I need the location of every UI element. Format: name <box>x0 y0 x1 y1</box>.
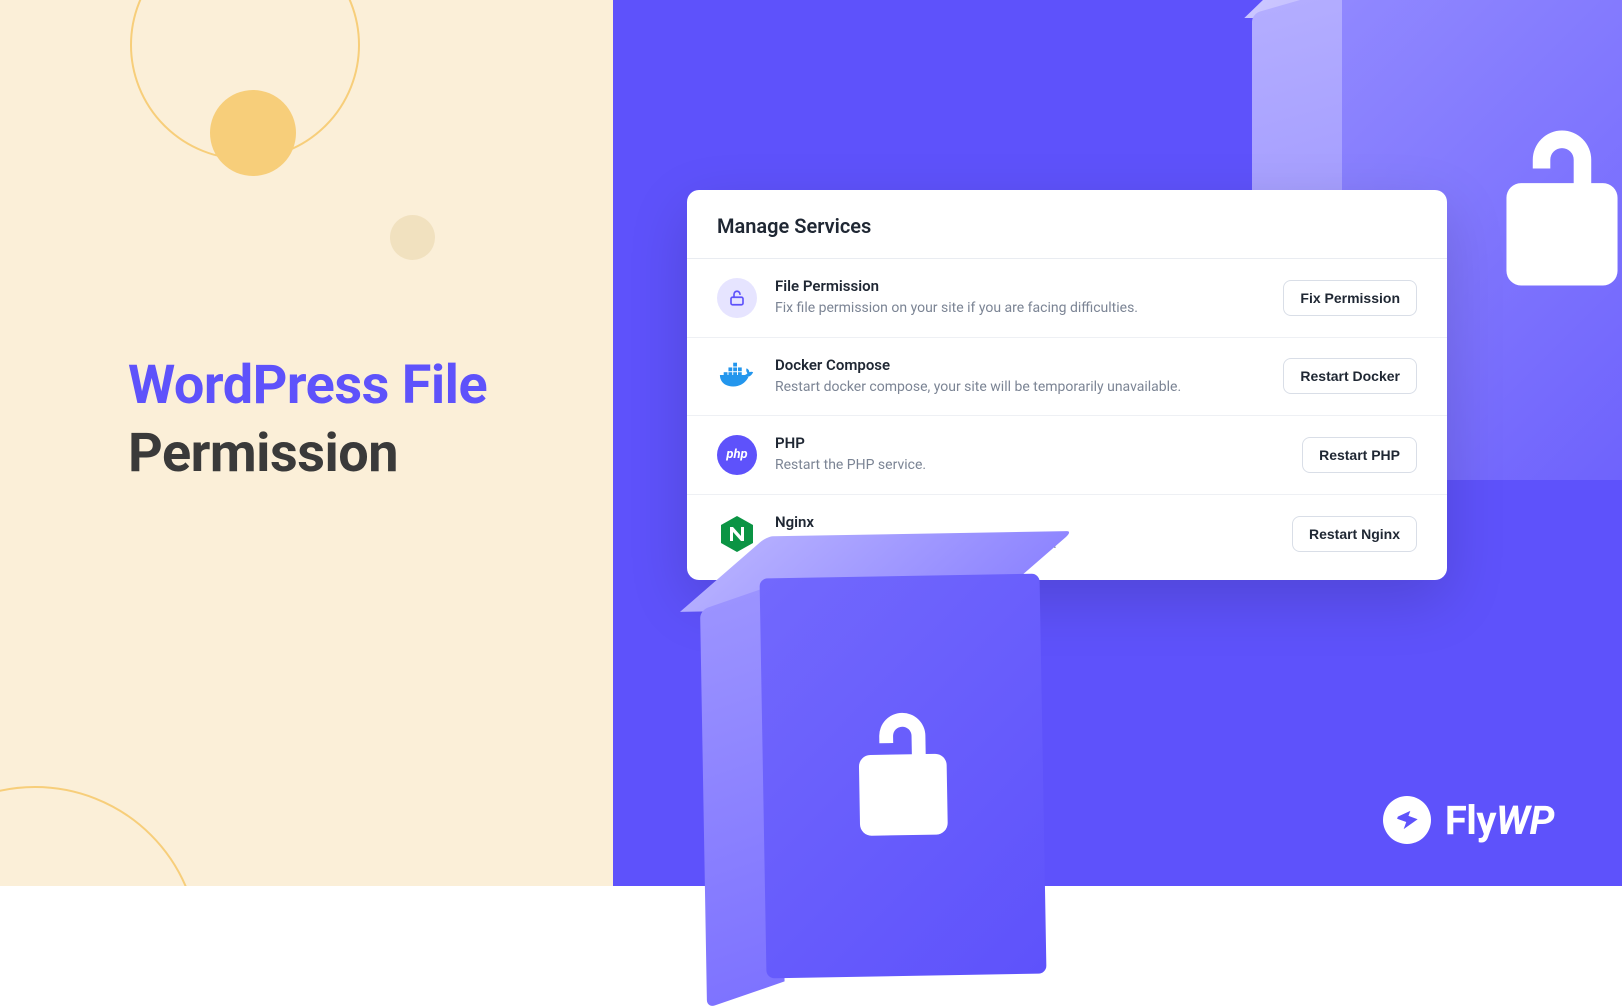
right-panel: Manage Services File Permission Fix file… <box>613 0 1622 886</box>
headline-line-2: Permission <box>128 420 487 488</box>
restart-php-button[interactable]: Restart PHP <box>1302 437 1417 473</box>
headline-line-1: WordPress File <box>128 352 487 420</box>
fix-permission-button[interactable]: Fix Permission <box>1283 280 1417 316</box>
service-title: Docker Compose <box>775 356 1267 374</box>
decorative-cube-front <box>760 574 1047 979</box>
service-row-file-permission: File Permission Fix file permission on y… <box>687 259 1447 338</box>
page-title: WordPress File Permission <box>128 352 487 487</box>
card-header: Manage Services <box>687 190 1447 259</box>
docker-icon <box>717 356 757 396</box>
nginx-icon <box>717 514 757 554</box>
brand-mark-icon <box>1383 796 1431 844</box>
brand-logo: FlyWP <box>1383 796 1554 844</box>
php-icon: php <box>717 435 757 475</box>
service-title: PHP <box>775 434 1286 452</box>
service-desc: Restart the PHP service. <box>775 456 1286 476</box>
service-row-docker: Docker Compose Restart docker compose, y… <box>687 338 1447 417</box>
decorative-dot <box>390 215 435 260</box>
hero-canvas: WordPress File Permission Manage Service… <box>0 0 1622 886</box>
unlock-icon <box>842 698 965 854</box>
brand-name: FlyWP <box>1445 797 1554 844</box>
service-desc: Fix file permission on your site if you … <box>775 299 1267 319</box>
card-title: Manage Services <box>717 214 1417 238</box>
manage-services-card: Manage Services File Permission Fix file… <box>687 190 1447 580</box>
decorative-circle <box>210 90 296 176</box>
unlock-icon <box>1487 113 1622 307</box>
service-desc: Restart docker compose, your site will b… <box>775 378 1267 398</box>
service-title: Nginx <box>775 513 1276 531</box>
restart-docker-button[interactable]: Restart Docker <box>1283 358 1417 394</box>
left-panel: WordPress File Permission <box>0 0 613 886</box>
restart-nginx-button[interactable]: Restart Nginx <box>1292 516 1417 552</box>
unlock-icon <box>717 278 757 318</box>
decorative-circle <box>0 786 200 886</box>
service-row-php: php PHP Restart the PHP service. Restart… <box>687 416 1447 495</box>
service-title: File Permission <box>775 277 1267 295</box>
